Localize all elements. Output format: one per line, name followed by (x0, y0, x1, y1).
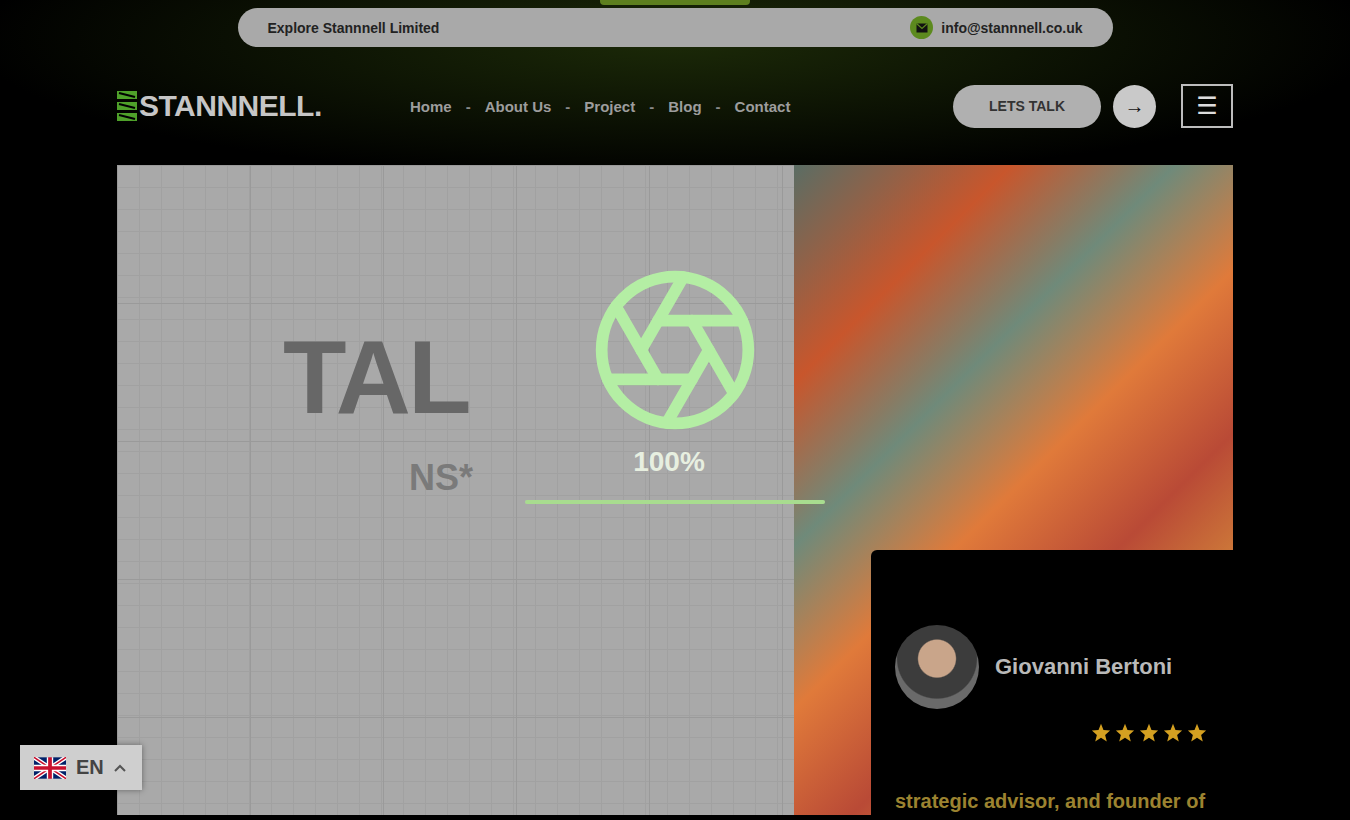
star-icon (1163, 723, 1183, 742)
nav-item[interactable]: Project (584, 98, 635, 115)
lets-talk-button[interactable]: LETS TALK (953, 85, 1101, 128)
language-selector[interactable]: EN (20, 745, 142, 790)
explore-link[interactable]: Explore Stannnell Limited (268, 20, 440, 36)
rating-stars (895, 723, 1207, 742)
nav-item[interactable]: Contact (735, 98, 791, 115)
uk-flag-icon (34, 757, 66, 779)
envelope-icon (916, 23, 928, 33)
star-icon (1115, 723, 1135, 742)
nav-item[interactable]: Home (410, 98, 452, 115)
loader-percent: 100% (633, 446, 705, 478)
testimonial-text: strategic advisor, and founder of (895, 790, 1207, 813)
email-link[interactable]: info@stannnell.co.uk (910, 16, 1082, 39)
hero-text-panel: TALNS* (117, 165, 794, 815)
menu-button[interactable]: ☰ (1181, 84, 1233, 128)
chevron-up-icon (114, 764, 126, 772)
loader-fill (525, 500, 825, 504)
header: STANNNELL.Home-About Us-Project-Blog-Con… (0, 47, 1350, 165)
aperture-icon (587, 262, 763, 438)
nav-separator: - (716, 98, 721, 115)
top-accent-line (600, 0, 750, 5)
top-bar: Explore Stannnell Limited info@stannnell.… (238, 8, 1113, 47)
arrow-button[interactable]: → (1113, 85, 1156, 128)
hero-image: Giovanni Bertoni strategic advisor, and f… (794, 165, 1233, 815)
nav-separator: - (565, 98, 570, 115)
logo-mark-icon (117, 89, 137, 123)
main-nav: Home-About Us-Project-Blog-Contact (410, 98, 953, 115)
page-loader: 100% (525, 262, 825, 504)
hero: TALNS* Giovanni Bertoni strategic advisor,… (0, 165, 1350, 820)
nav-item[interactable]: About Us (485, 98, 552, 115)
star-icon (1139, 723, 1159, 742)
logo-text: STANNNELL. (139, 89, 322, 123)
star-icon (1187, 723, 1207, 742)
nav-separator: - (466, 98, 471, 115)
testimonial-card: Giovanni Bertoni strategic advisor, and f… (871, 550, 1233, 820)
header-actions: LETS TALK → ☰ (953, 84, 1233, 128)
language-code: EN (76, 756, 104, 779)
avatar-image (895, 625, 979, 709)
nav-item[interactable]: Blog (668, 98, 701, 115)
nav-separator: - (649, 98, 654, 115)
mail-icon (910, 16, 933, 39)
topbar-row: Explore Stannnell Limited info@stannnell.… (0, 0, 1350, 47)
person-name: Giovanni Bertoni (995, 654, 1172, 680)
logo[interactable]: STANNNELL. (117, 89, 410, 123)
testimonial-person: Giovanni Bertoni (895, 625, 1207, 709)
hero-subtitle: NS* (409, 457, 794, 499)
loader-track (525, 500, 825, 504)
star-icon (1091, 723, 1111, 742)
email-text: info@stannnell.co.uk (941, 20, 1082, 36)
